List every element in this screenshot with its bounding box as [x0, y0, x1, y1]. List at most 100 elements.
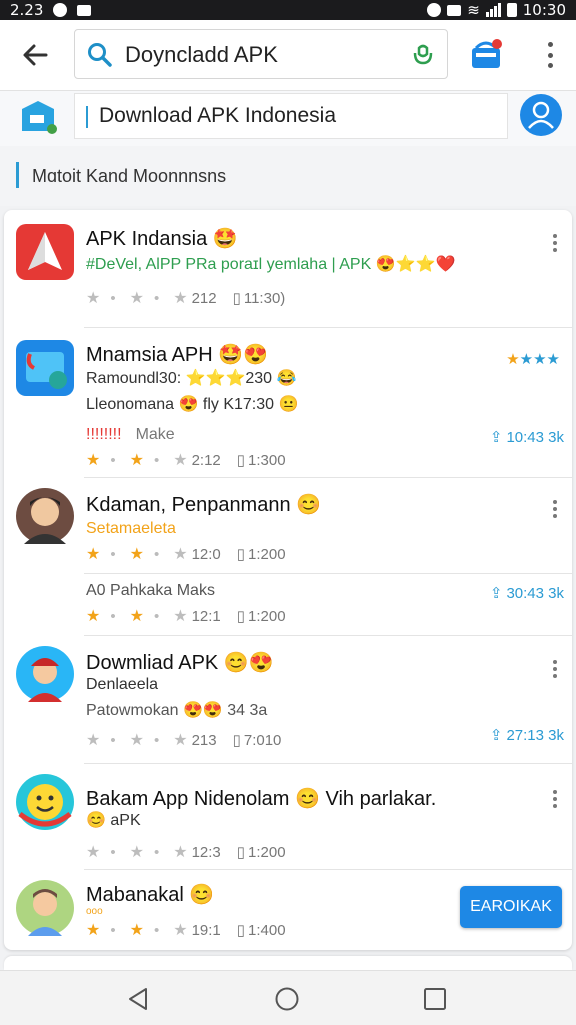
list-item[interactable]: Mnamsia APH 🤩😍 Ramoundl30: ⭐⭐⭐230 😂 Lleo… [4, 328, 572, 478]
account-button[interactable] [520, 94, 562, 136]
app-title: Mabanakal 😊 [86, 884, 215, 906]
section-title: Mɑtoit Kand Moonnnsns [32, 166, 227, 186]
download-count[interactable]: ⇪ 27:13 3k [489, 726, 564, 745]
list-item[interactable]: Dowmliad APK 😊😍 Denlaeela Patowmokan 😍😍 … [4, 636, 572, 764]
size-label: ▯ 11:30) [233, 289, 286, 308]
rating-count: 12:3 [191, 843, 221, 861]
rating-count: 213 [191, 731, 217, 749]
star-icon: ★ [129, 452, 144, 469]
download-icon: ⇪ [489, 429, 503, 446]
star-icon: ★ [129, 732, 144, 749]
app-bar: Doyncladd APK [0, 20, 576, 90]
size-value: 7:010 [243, 731, 282, 749]
download-icon: ⇪ [489, 727, 503, 744]
list-item[interactable]: A0 Pahkaka Maks ★ • ★ • ★ 12:1 ▯ 1:200 ⇪ 30:… [4, 574, 572, 636]
app-icon [16, 774, 74, 830]
search-input[interactable]: Doyncladd APK [74, 29, 448, 79]
more-options-icon[interactable] [552, 790, 558, 808]
app-subtitle: ooo [86, 906, 103, 917]
size-label: ▯ 1:300 [237, 451, 286, 470]
star-icon: ★ [129, 546, 144, 563]
app-meta: ★ • ★ • ★ 2:12 ▯ 1:300 [86, 451, 286, 470]
source-field[interactable]: Download APK Indonesia [74, 93, 508, 139]
more-options-icon[interactable] [552, 500, 558, 518]
back-arrow-icon[interactable] [20, 40, 50, 70]
star-icon: ★ [173, 546, 188, 563]
sim-icon [447, 4, 462, 16]
size-label: ▯ 1:200 [236, 843, 286, 862]
app-meta: ★ • ★ • ★ 12:3 ▯ 1:200 [86, 843, 286, 862]
source-bar: Download APK Indonesia [0, 90, 576, 148]
file-icon: ▯ [236, 608, 246, 625]
star-icon: ★ [86, 922, 101, 939]
extra-text: Make [135, 426, 175, 443]
size-value: 1:200 [248, 843, 286, 861]
alarm-icon [427, 3, 442, 17]
app-subtitle: 😊 aPK [86, 812, 141, 829]
star-icon: ★ [86, 290, 101, 307]
size-value: 1:300 [248, 451, 286, 469]
more-options-icon[interactable] [552, 234, 558, 252]
list-item[interactable]: APK Indansia 🤩 #DeVel, AlPP PRa poraɪl y… [4, 210, 572, 328]
system-nav-bar [0, 970, 576, 1025]
section-header: Mɑtoit Kand Moonnnsns [0, 146, 576, 206]
overflow-menu-icon[interactable] [546, 42, 554, 68]
status-time: 2.23 [10, 1, 44, 19]
text-cursor [86, 106, 88, 128]
star-icon: ★ [173, 452, 188, 469]
file-icon: ▯ [236, 844, 246, 861]
list-item[interactable]: Mabanakal 😊 ooo ★ • ★ • ★ 19:1 ▯ 1:400 EARO… [4, 870, 572, 950]
next-card-edge [4, 956, 572, 970]
size-value: 11:30) [243, 289, 286, 307]
app-meta: ★ • ★ • ★ 19:1 ▯ 1:400 [86, 921, 286, 940]
star-icon: ★ [86, 844, 101, 861]
rating-count: 212 [191, 289, 217, 307]
nav-back-icon[interactable] [126, 986, 152, 1012]
signal-icon [485, 3, 501, 17]
section-accent [16, 162, 19, 188]
star-icon: ★ [173, 922, 188, 939]
download-value: 30:43 3k [506, 584, 564, 602]
download-count[interactable]: ⇪ 30:43 3k [490, 584, 564, 603]
status-clock: 10:30 [522, 1, 566, 19]
download-value: 27:13 3k [506, 726, 564, 744]
wifi-icon: ≋ [467, 1, 480, 19]
search-icon [87, 42, 113, 73]
avatar [16, 488, 74, 544]
size-label: ▯ 1:400 [237, 921, 286, 940]
rating-count: 12:1 [191, 607, 221, 625]
download-count[interactable]: ⇪ 10:43 3k [489, 428, 564, 447]
store-icon[interactable] [470, 38, 504, 72]
list-item[interactable]: Bakam App Nidenolam 😊 Vih parlakar. 😊 aP… [4, 764, 572, 870]
file-icon: ▯ [236, 546, 246, 563]
download-value: 10:43 3k [506, 428, 564, 446]
app-meta: ★ • ★ • ★ 213 ▯ 7:010 [86, 731, 282, 750]
nav-home-icon[interactable] [274, 986, 300, 1012]
app-subtitle-2: Lleonomana 😍 fly K17:30 😐 [86, 396, 299, 413]
install-button[interactable]: EAROIKAK [460, 886, 562, 928]
star-icon: ★ [86, 546, 101, 563]
search-query: Doyncladd APK [125, 42, 278, 67]
nav-recents-icon[interactable] [422, 986, 448, 1012]
source-field-text: Download APK Indonesia [99, 104, 336, 127]
more-options-icon[interactable] [552, 660, 558, 678]
avatar [16, 880, 74, 936]
app-title: Mnamsia APH 🤩😍 [86, 344, 269, 366]
app-meta: ★ • ★ • ★ 212 ▯ 11:30) [86, 289, 286, 308]
app-title: Kdaman, Penpanmann 😊 [86, 494, 322, 516]
size-label: ▯ 1:200 [236, 545, 286, 564]
file-icon: ▯ [232, 732, 241, 749]
app-subtitle: Setamaeleta [86, 520, 176, 537]
star-icon: ★ [129, 844, 144, 861]
mic-icon[interactable] [411, 43, 435, 72]
list-item[interactable]: Kdaman, Penpanmann 😊 Setamaeleta ★ • ★ • ★… [4, 478, 572, 574]
star-icon: ★ [129, 608, 144, 625]
app-list: APK Indansia 🤩 #DeVel, AlPP PRa poraɪl y… [4, 210, 572, 950]
person-icon [528, 101, 554, 129]
notification-icon [53, 3, 68, 17]
store-app-icon[interactable] [18, 99, 60, 135]
star-icon: ★ [86, 608, 101, 625]
rating-count: 12:0 [191, 545, 221, 563]
size-label: ▯ 7:010 [232, 731, 282, 750]
side-rating-stars: ★★★★ [506, 351, 560, 368]
